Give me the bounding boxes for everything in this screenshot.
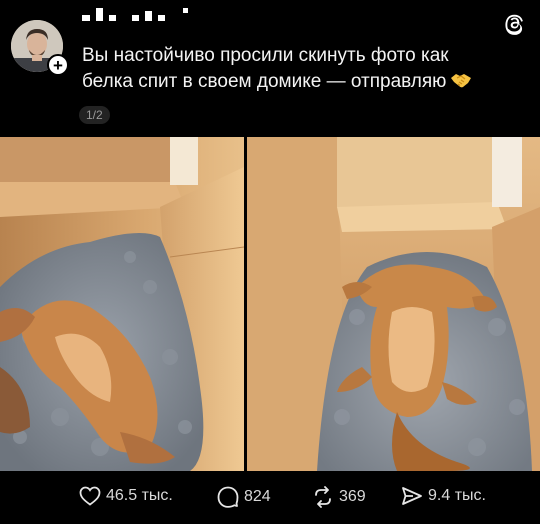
redaction-block xyxy=(145,11,152,21)
redaction-block xyxy=(183,8,188,13)
redaction-block xyxy=(96,8,103,21)
threads-logo-icon[interactable] xyxy=(502,13,526,37)
plus-icon: + xyxy=(53,55,63,75)
follow-plus-button[interactable]: + xyxy=(47,54,69,76)
repost-button[interactable]: 369 xyxy=(312,486,366,508)
reply-button[interactable]: 824 xyxy=(217,486,271,508)
reply-icon xyxy=(217,486,239,508)
share-button[interactable]: 9.4 тыс. xyxy=(401,486,486,506)
redaction-block xyxy=(132,15,139,21)
post-caption: Вы настойчиво просили скинуть фото как б… xyxy=(82,43,512,98)
heart-icon xyxy=(79,486,101,506)
handshake-emoji-icon xyxy=(450,72,472,98)
threads-post: + Вы настойчиво просили скинуть фото как… xyxy=(0,0,540,524)
share-count: 9.4 тыс. xyxy=(428,487,486,504)
redaction-block xyxy=(158,15,165,21)
like-button[interactable]: 46.5 тыс. xyxy=(79,486,173,506)
repost-icon xyxy=(315,486,331,508)
post-actions-bar: 46.5 тыс. 824 369 9.4 тыс. xyxy=(0,486,540,516)
share-icon xyxy=(402,487,422,505)
like-count: 46.5 тыс. xyxy=(106,487,173,504)
redaction-block xyxy=(109,15,116,21)
redaction-block xyxy=(82,15,90,21)
post-image-2[interactable] xyxy=(247,137,540,471)
caption-line-1: Вы настойчиво просили скинуть фото как xyxy=(82,45,449,66)
caption-line-2: белка спит в своем домике — отправляю xyxy=(82,71,447,92)
image-counter: 1/2 xyxy=(79,106,110,124)
author-avatar-container[interactable]: + xyxy=(11,20,69,76)
repost-count: 369 xyxy=(339,488,366,505)
reply-count: 824 xyxy=(244,488,271,505)
post-image-1[interactable] xyxy=(0,137,244,471)
username-redacted[interactable] xyxy=(82,8,188,21)
